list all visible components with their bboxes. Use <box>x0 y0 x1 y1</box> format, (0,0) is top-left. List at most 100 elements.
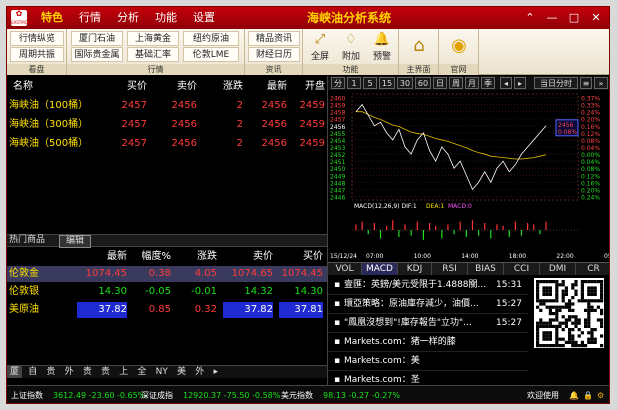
qr-module <box>552 344 556 348</box>
fullscreen-button[interactable]: ⤢ 全屏 <box>305 31 335 63</box>
hot-last: 14.30 <box>98 286 127 297</box>
qr-module <box>561 296 565 300</box>
market-tabs: 厦 自 贵 外 贵 贵 上 全 NY 美 外 ▸ <box>7 365 327 378</box>
tab-us[interactable]: 美 <box>174 366 189 378</box>
tab-foreign[interactable]: 外 <box>192 366 207 378</box>
qr-module <box>552 299 556 303</box>
alert-button[interactable]: 🔔 预警 <box>367 31 397 63</box>
menu-analysis[interactable]: 分析 <box>109 7 147 29</box>
quote-change: 2 <box>236 100 243 111</box>
table-row[interactable]: 海峡油（100桶） 2457 2456 2 2456 2459 <box>7 98 327 114</box>
table-row[interactable]: 海峡油（500桶） 2457 2456 2 2456 2459 <box>7 136 327 152</box>
qr-module <box>571 337 575 341</box>
calendar-button[interactable]: 财经日历 <box>248 47 300 62</box>
list-item[interactable]: ▪ 壹匯：英鎊/美元受限于1.4888關... 15:31 <box>328 276 528 295</box>
table-row[interactable]: 美原油 37.82 0.85 0.32 37.82 37.81 <box>7 302 327 318</box>
close-icon[interactable]: ✕ <box>585 7 607 29</box>
tab-ny[interactable]: NY <box>153 366 171 378</box>
menu-icon[interactable]: ≡ <box>580 77 592 89</box>
period-minute[interactable]: 分 <box>331 77 345 89</box>
news-title: "鳳凰沒想到"!庫存報告"立功"... <box>344 318 472 328</box>
tab-custom[interactable]: 自 <box>25 366 40 378</box>
price-chart[interactable]: 2460 0.37% 2459 0.33% 2458 0.24% 2457 0.20% 2456… <box>328 90 610 262</box>
price-tick-label: 2456 <box>330 124 345 131</box>
period-month[interactable]: 月 <box>465 77 479 89</box>
list-item[interactable]: ▪ Markets.com：美 <box>328 352 528 371</box>
list-item[interactable]: ▪ "鳳凰沒想到"!庫存報告"立功"... 15:27 <box>328 314 528 333</box>
cycle-button[interactable]: 周期共振 <box>10 47 64 62</box>
tab-forex[interactable]: 外 <box>62 366 77 378</box>
qr-module <box>600 280 604 284</box>
period-day[interactable]: 日 <box>433 77 447 89</box>
tab-vol[interactable]: VOL <box>328 263 362 275</box>
settings-icon[interactable]: ⚙ <box>597 386 604 403</box>
ny-crude-button[interactable]: 纽约原油 <box>183 31 239 46</box>
toolbar-group-info: 精品资讯 财经日历 资讯 <box>245 29 303 75</box>
period-week[interactable]: 周 <box>449 77 463 89</box>
period-15[interactable]: 15 <box>379 77 395 89</box>
overview-button[interactable]: 行情纵览 <box>10 31 64 46</box>
tab-shanghai[interactable]: 上 <box>116 366 131 378</box>
premium-news-button[interactable]: 精品资讯 <box>248 31 300 46</box>
fullscreen-label: 全屏 <box>310 52 329 62</box>
attach-button[interactable]: ♢ 附加 <box>336 31 366 63</box>
qr-module <box>568 318 572 322</box>
tab-cr[interactable]: CR <box>576 263 609 275</box>
list-item[interactable]: ▪ 環亞策略：原油庫存減少，油價... 15:27 <box>328 295 528 314</box>
table-row[interactable]: 伦敦银 14.30 -0.05 -0.01 14.32 14.30 <box>7 284 327 300</box>
period-30[interactable]: 30 <box>397 77 413 89</box>
list-item[interactable]: ▪ Markets.com：猪一样的膝 <box>328 333 528 352</box>
collapse-icon[interactable]: ⌃ <box>519 7 541 29</box>
more-arrow-icon[interactable]: » <box>594 77 608 89</box>
intl-metal-button[interactable]: 国际贵金属 <box>71 47 123 62</box>
menu-function[interactable]: 功能 <box>147 7 185 29</box>
news-title: 壹匯：英鎊/美元受限于1.4888關... <box>344 280 487 290</box>
tab-more-arrow[interactable]: ▸ <box>210 366 221 378</box>
menu-special[interactable]: 特色 <box>33 7 71 29</box>
macd-value-label: MACD:0 <box>448 203 472 210</box>
tab-xiamen[interactable]: 厦 <box>7 366 23 378</box>
tab-kdj[interactable]: KDJ <box>398 263 432 275</box>
tab-rsi[interactable]: RSI <box>432 263 468 275</box>
website-button[interactable]: ◉ <box>444 33 474 65</box>
period-1[interactable]: 1 <box>347 77 361 89</box>
qr-module <box>587 286 591 290</box>
next-arrow-icon[interactable]: ▸ <box>514 77 526 89</box>
minimize-icon[interactable]: — <box>541 7 563 29</box>
tab-precious[interactable]: 贵 <box>43 366 58 378</box>
quote-open: 2459 <box>299 100 325 111</box>
menu-settings[interactable]: 设置 <box>185 7 223 29</box>
tab-global[interactable]: 全 <box>134 366 149 378</box>
fx-rate-button[interactable]: 基础汇率 <box>127 47 179 62</box>
maximize-icon[interactable]: □ <box>563 7 585 29</box>
table-row[interactable]: 海峡油（300桶） 2457 2456 2 2456 2459 <box>7 117 327 133</box>
expand-icon: ⤢ <box>314 32 326 47</box>
london-lme-button[interactable]: 伦敦LME <box>183 47 239 62</box>
lock-icon[interactable]: 🔒 <box>583 386 593 403</box>
tab-bias[interactable]: BIAS <box>468 263 504 275</box>
tab-precious-3[interactable]: 贵 <box>98 366 113 378</box>
qr-module <box>555 299 559 303</box>
edit-tab[interactable]: 编辑 <box>59 235 92 248</box>
period-quarter[interactable]: 季 <box>481 77 495 89</box>
home-button[interactable]: ⌂ <box>404 33 434 65</box>
tab-dmi[interactable]: DMI <box>540 263 576 275</box>
intraday-button[interactable]: 当日分时 <box>534 77 578 89</box>
bell-status-icon[interactable]: 🔔 <box>569 386 579 403</box>
time-tick-label: 18:00 <box>509 253 526 260</box>
qr-module <box>580 299 584 303</box>
col-change: 涨跌 <box>223 81 243 92</box>
tab-macd[interactable]: MACD <box>362 263 398 275</box>
xiamen-oil-button[interactable]: 厦门石油 <box>71 31 123 46</box>
qr-module <box>574 315 578 319</box>
table-row[interactable]: 伦敦金 1074.45 0.38 4.05 1074.65 1074.45 <box>7 266 327 282</box>
tab-precious-2[interactable]: 贵 <box>80 366 95 378</box>
prev-arrow-icon[interactable]: ◂ <box>500 77 512 89</box>
shanghai-gold-button[interactable]: 上海黄金 <box>127 31 179 46</box>
period-60[interactable]: 60 <box>415 77 431 89</box>
qr-module <box>587 315 591 319</box>
hot-name: 美原油 <box>9 304 39 315</box>
tab-cci[interactable]: CCI <box>504 263 540 275</box>
period-5[interactable]: 5 <box>363 77 377 89</box>
menu-market[interactable]: 行情 <box>71 7 109 29</box>
